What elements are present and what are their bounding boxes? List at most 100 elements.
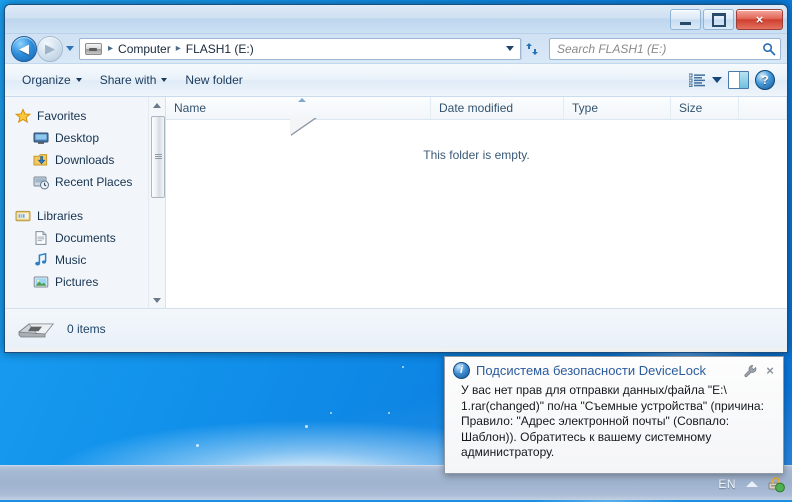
scroll-up-button[interactable]	[149, 97, 165, 113]
address-input[interactable]: ▸ Computer ▸ FLASH1 (E:)	[79, 37, 521, 60]
column-header-date-modified[interactable]: Date modified	[431, 97, 564, 119]
preview-pane-icon[interactable]	[728, 71, 749, 89]
view-caret-icon[interactable]	[712, 77, 722, 83]
organize-button[interactable]: Organize	[13, 69, 91, 91]
chevron-up-icon[interactable]	[746, 480, 758, 487]
sidebar-item-label: Music	[55, 253, 87, 267]
desktop-sparkle	[402, 366, 404, 368]
sidebar-item-music[interactable]: Music	[5, 249, 165, 271]
status-item-count: 0 items	[67, 321, 106, 336]
column-header-extra[interactable]	[739, 97, 787, 119]
scroll-down-button[interactable]	[149, 292, 165, 308]
sidebar-group-label: Favorites	[37, 109, 87, 123]
help-icon[interactable]: ?	[755, 70, 775, 90]
wrench-icon[interactable]	[743, 364, 757, 378]
info-icon: i	[453, 362, 470, 379]
sidebar-item-label: Desktop	[55, 131, 100, 145]
sidebar-item-desktop[interactable]: Desktop	[5, 127, 165, 149]
desktop-sparkle	[330, 412, 332, 414]
desktop-sparkle	[305, 425, 308, 428]
maximize-button[interactable]	[703, 9, 734, 30]
new-folder-button[interactable]: New folder	[176, 69, 251, 91]
desktop-icon	[33, 130, 49, 146]
toolbar-right-group[interactable]: ?	[688, 70, 779, 90]
removable-drive-icon	[15, 316, 57, 342]
navigation-pane[interactable]: Favorites Desktop Downloads Recent Place…	[5, 97, 166, 308]
music-icon	[33, 252, 49, 268]
chevron-down-icon	[161, 78, 168, 82]
forward-arrow-icon: ▶	[45, 41, 55, 56]
desktop-sparkle	[196, 444, 199, 447]
close-icon[interactable]: ×	[763, 364, 777, 378]
chevron-down-icon	[75, 78, 82, 82]
address-dropdown-button[interactable]	[502, 39, 518, 59]
explorer-window[interactable]: × ◀ ▶ ▸ Computer ▸ FLASH1 (E:) Search FL…	[4, 4, 788, 353]
sidebar-group-label: Libraries	[37, 209, 84, 223]
maximize-icon	[711, 12, 726, 27]
search-placeholder: Search FLASH1 (E:)	[557, 41, 667, 56]
window-body: Favorites Desktop Downloads Recent Place…	[5, 97, 787, 308]
recent-pages-button[interactable]	[63, 37, 77, 61]
new-folder-label: New folder	[185, 73, 243, 87]
chevron-up-icon	[153, 102, 161, 108]
sidebar-item-documents[interactable]: Documents	[5, 227, 165, 249]
minimize-icon	[680, 21, 691, 25]
sidebar-item-label: Pictures	[55, 275, 99, 289]
search-icon	[763, 42, 776, 56]
breadcrumb-item-flash1[interactable]: FLASH1 (E:)	[184, 42, 256, 56]
chevron-down-icon	[66, 46, 74, 51]
title-bar[interactable]: ×	[5, 5, 787, 34]
chevron-down-icon	[712, 77, 722, 83]
address-bar-row[interactable]: ◀ ▶ ▸ Computer ▸ FLASH1 (E:) Search FLAS…	[5, 34, 787, 64]
search-input[interactable]: Search FLASH1 (E:)	[549, 37, 781, 60]
chevron-down-icon	[506, 46, 514, 51]
sidebar-item-recent-places[interactable]: Recent Places	[5, 171, 165, 193]
pictures-icon	[33, 274, 49, 290]
chevron-down-icon	[153, 297, 161, 303]
column-header-type[interactable]: Type	[564, 97, 671, 119]
close-button[interactable]: ×	[736, 9, 783, 30]
devicelock-notification-balloon[interactable]: i Подсистема безопасности DeviceLock × У…	[444, 356, 784, 474]
organize-label: Organize	[22, 73, 71, 87]
breadcrumb-separator: ▸	[175, 43, 181, 54]
libraries-icon	[15, 208, 31, 224]
notification-header: i Подсистема безопасности DeviceLock ×	[445, 357, 783, 381]
notification-tail	[290, 117, 316, 135]
back-button[interactable]: ◀	[11, 35, 37, 62]
scrollbar-thumb[interactable]	[151, 116, 165, 198]
sidebar-item-pictures[interactable]: Pictures	[5, 271, 165, 293]
documents-icon	[33, 230, 49, 246]
sidebar-group-libraries[interactable]: Libraries	[5, 205, 165, 227]
refresh-icon	[526, 42, 538, 55]
share-with-button[interactable]: Share with	[91, 69, 177, 91]
back-arrow-icon: ◀	[19, 41, 29, 56]
devicelock-tray-icon[interactable]	[768, 475, 786, 493]
status-bar: 0 items	[5, 308, 787, 348]
notification-title: Подсистема безопасности DeviceLock	[476, 363, 706, 378]
removable-drive-icon	[85, 42, 102, 55]
refresh-button[interactable]	[521, 37, 544, 60]
breadcrumb-item-computer[interactable]: Computer	[116, 42, 173, 56]
column-headers[interactable]: Name Date modified Type Size	[166, 97, 787, 120]
forward-button[interactable]: ▶	[37, 35, 63, 62]
close-icon: ×	[755, 12, 764, 27]
sort-ascending-icon	[298, 98, 306, 102]
desktop-sparkle	[388, 412, 390, 414]
navigation-list[interactable]: Favorites Desktop Downloads Recent Place…	[5, 97, 165, 293]
star-icon	[14, 108, 32, 124]
caption-buttons[interactable]: ×	[670, 9, 783, 30]
navigation-scrollbar[interactable]	[148, 97, 165, 308]
sidebar-group-favorites[interactable]: Favorites	[5, 105, 165, 127]
recent-places-icon	[33, 174, 49, 190]
command-toolbar[interactable]: Organize Share with New folder ?	[5, 64, 787, 97]
minimize-button[interactable]	[670, 9, 701, 30]
breadcrumb-separator: ▸	[108, 43, 114, 54]
sidebar-item-downloads[interactable]: Downloads	[5, 149, 165, 171]
view-list-icon[interactable]	[688, 73, 706, 87]
sidebar-item-label: Documents	[55, 231, 116, 245]
column-header-size[interactable]: Size	[671, 97, 739, 119]
language-indicator[interactable]: EN	[718, 477, 736, 491]
sidebar-item-label: Recent Places	[55, 175, 133, 189]
file-list-pane[interactable]: Name Date modified Type Size This folder…	[166, 97, 787, 308]
